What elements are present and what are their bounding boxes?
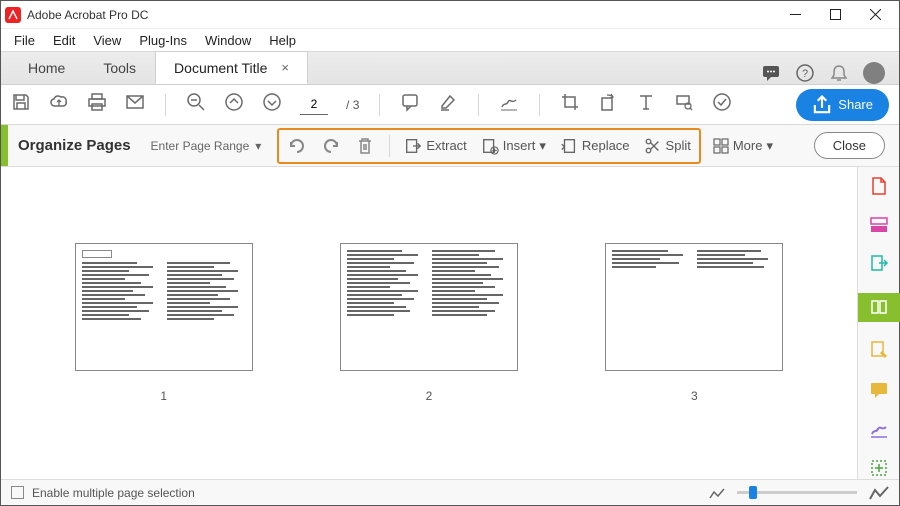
help-icon[interactable]: ? bbox=[795, 63, 815, 83]
tab-document[interactable]: Document Title× bbox=[155, 51, 308, 84]
app-title: Adobe Acrobat Pro DC bbox=[27, 8, 148, 22]
tab-tools[interactable]: Tools bbox=[84, 51, 155, 84]
avatar[interactable] bbox=[863, 62, 885, 84]
separator bbox=[539, 94, 540, 116]
svg-text:?: ? bbox=[802, 68, 808, 80]
close-window-button[interactable] bbox=[855, 1, 895, 29]
speech-icon[interactable] bbox=[761, 63, 781, 83]
crop-icon[interactable] bbox=[560, 92, 580, 117]
page-total: / 3 bbox=[346, 98, 359, 112]
chevron-down-icon: ▾ bbox=[539, 138, 546, 154]
menu-edit[interactable]: Edit bbox=[44, 31, 84, 50]
share-button[interactable]: Share bbox=[796, 89, 889, 121]
print-icon[interactable] bbox=[87, 92, 107, 117]
sign-icon[interactable] bbox=[499, 92, 519, 117]
separator bbox=[165, 94, 166, 116]
separator bbox=[389, 135, 390, 157]
menu-bar: File Edit View Plug-Ins Window Help bbox=[1, 29, 899, 51]
organize-pages-toolbar: Organize Pages Enter Page Range▾ Extract… bbox=[1, 125, 899, 167]
status-bar: Enable multiple page selection bbox=[1, 479, 899, 505]
save-icon[interactable] bbox=[11, 92, 31, 117]
combine-icon[interactable] bbox=[867, 214, 891, 235]
rotate-page-icon[interactable] bbox=[598, 92, 618, 117]
split-button[interactable]: Split bbox=[644, 137, 691, 155]
chevron-down-icon: ▾ bbox=[255, 139, 261, 153]
menu-plugins[interactable]: Plug-Ins bbox=[130, 31, 196, 50]
find-icon[interactable] bbox=[674, 92, 694, 117]
export-icon[interactable] bbox=[867, 254, 891, 275]
page-range-dropdown[interactable]: Enter Page Range▾ bbox=[151, 139, 262, 153]
main-toolbar: / 3 Share bbox=[1, 85, 899, 125]
page-thumbnail[interactable]: 2 bbox=[340, 243, 518, 403]
zoom-control[interactable] bbox=[709, 486, 889, 500]
page-thumbnail[interactable]: 3 bbox=[605, 243, 783, 403]
organize-pages-icon[interactable] bbox=[858, 293, 900, 321]
highlight-icon[interactable] bbox=[438, 92, 458, 117]
menu-window[interactable]: Window bbox=[196, 31, 260, 50]
zoom-slider[interactable] bbox=[737, 491, 857, 494]
bell-icon[interactable] bbox=[829, 63, 849, 83]
tools-rail bbox=[857, 167, 899, 479]
comment-icon[interactable] bbox=[867, 379, 891, 400]
close-panel-button[interactable]: Close bbox=[814, 132, 885, 159]
multi-select-checkbox[interactable] bbox=[11, 486, 24, 499]
sticky-note-icon[interactable] bbox=[400, 92, 420, 117]
delete-button[interactable] bbox=[355, 136, 375, 156]
replace-button[interactable]: Replace bbox=[560, 137, 630, 155]
document-tabs: Home Tools Document Title× ? bbox=[1, 51, 899, 85]
title-bar: Adobe Acrobat Pro DC bbox=[1, 1, 899, 29]
menu-view[interactable]: View bbox=[84, 31, 130, 50]
page-number-label: 3 bbox=[691, 389, 698, 403]
minimize-button[interactable] bbox=[775, 1, 815, 29]
page-number-label: 1 bbox=[160, 389, 167, 403]
separator bbox=[379, 94, 380, 116]
tab-home[interactable]: Home bbox=[9, 51, 84, 84]
page-down-icon[interactable] bbox=[262, 92, 282, 117]
menu-file[interactable]: File bbox=[5, 31, 44, 50]
checkmark-icon[interactable] bbox=[712, 92, 732, 117]
separator bbox=[478, 94, 479, 116]
thumbnail-area: for(var i=0;i<1;i++){} 1 2 3 bbox=[1, 167, 857, 479]
insert-dropdown[interactable]: Insert ▾ bbox=[481, 137, 546, 155]
close-tab-icon[interactable]: × bbox=[281, 60, 289, 75]
page-number-input[interactable] bbox=[300, 95, 328, 115]
organize-actions-group: Extract Insert ▾ Replace Split bbox=[277, 128, 701, 164]
create-pdf-icon[interactable] bbox=[867, 175, 891, 196]
email-icon[interactable] bbox=[125, 92, 145, 117]
acrobat-icon bbox=[5, 7, 21, 23]
organize-title: Organize Pages bbox=[18, 137, 131, 154]
rotate-right-button[interactable] bbox=[321, 136, 341, 156]
fill-sign-icon[interactable] bbox=[867, 418, 891, 439]
multi-select-label: Enable multiple page selection bbox=[32, 486, 195, 500]
more-dropdown[interactable]: More ▾ bbox=[713, 138, 773, 154]
rotate-left-button[interactable] bbox=[287, 136, 307, 156]
chevron-down-icon: ▾ bbox=[766, 138, 773, 154]
extract-button[interactable]: Extract bbox=[404, 137, 466, 155]
zoom-large-icon bbox=[869, 486, 889, 500]
menu-help[interactable]: Help bbox=[260, 31, 305, 50]
more-tools-icon[interactable] bbox=[867, 458, 891, 479]
accent-bar bbox=[1, 125, 8, 166]
page-thumbnail[interactable]: for(var i=0;i<1;i++){} 1 bbox=[75, 243, 253, 403]
page-number-label: 2 bbox=[426, 389, 433, 403]
page-up-icon[interactable] bbox=[224, 92, 244, 117]
text-tool-icon[interactable] bbox=[636, 92, 656, 117]
zoom-out-icon[interactable] bbox=[186, 92, 206, 117]
zoom-small-icon bbox=[709, 487, 725, 499]
maximize-button[interactable] bbox=[815, 1, 855, 29]
cloud-icon[interactable] bbox=[49, 92, 69, 117]
edit-pdf-icon[interactable] bbox=[867, 340, 891, 361]
